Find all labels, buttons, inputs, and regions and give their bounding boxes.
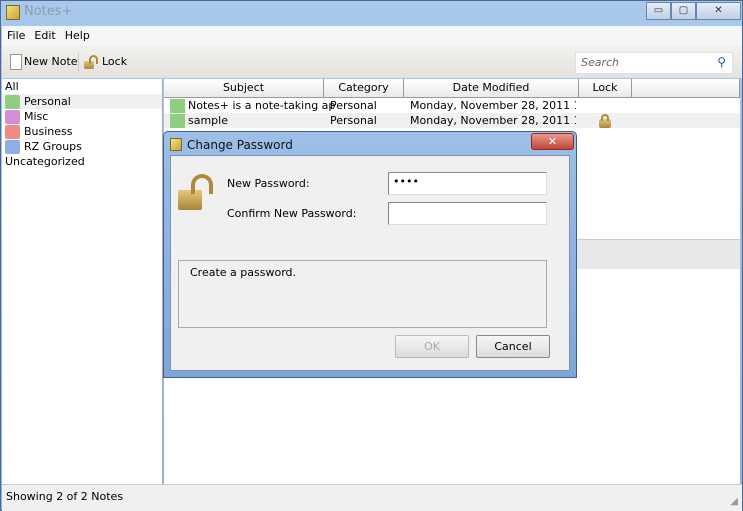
search-placeholder: Search xyxy=(581,56,620,69)
dialog-close-button[interactable]: ✕ xyxy=(531,133,574,150)
menu-edit[interactable]: Edit xyxy=(29,26,59,42)
confirm-password-field[interactable] xyxy=(388,202,547,225)
unlock-icon xyxy=(178,174,218,212)
category-all[interactable]: All xyxy=(2,79,162,94)
dialog-title: Change Password xyxy=(187,138,293,152)
category-sidebar: All Personal Misc Business RZ Groups Unc… xyxy=(2,79,163,484)
color-swatch xyxy=(5,94,20,109)
color-swatch xyxy=(5,139,20,154)
minimize-button[interactable]: ▭ xyxy=(646,2,671,20)
column-lock[interactable]: Lock xyxy=(579,79,632,98)
color-swatch xyxy=(170,99,185,113)
search-input[interactable]: Search ⚲ xyxy=(575,52,733,74)
lock-icon xyxy=(599,114,611,128)
message-box: Create a password. xyxy=(178,260,547,328)
note-date: Monday, November 28, 2011 10:: xyxy=(410,114,576,127)
note-category: Personal xyxy=(330,99,377,112)
change-password-dialog: Change Password ✕ New Password: Confirm … xyxy=(163,131,577,378)
category-label: RZ Groups xyxy=(24,140,82,153)
window-title: Notes+ xyxy=(24,4,73,19)
close-button[interactable]: ✕ xyxy=(696,2,741,20)
note-date: Monday, November 28, 2011 10:: xyxy=(410,99,576,112)
column-date-modified[interactable]: Date Modified xyxy=(404,79,579,98)
category-misc[interactable]: Misc xyxy=(2,109,162,124)
maximize-button[interactable]: ▢ xyxy=(671,2,696,20)
dialog-app-icon xyxy=(170,138,182,151)
color-swatch xyxy=(170,114,185,128)
category-label: Business xyxy=(24,125,73,138)
category-personal[interactable]: Personal xyxy=(2,94,162,109)
column-subject[interactable]: Subject xyxy=(164,79,324,98)
category-rz-groups[interactable]: RZ Groups xyxy=(2,139,162,154)
menu-help[interactable]: Help xyxy=(60,26,94,42)
column-category[interactable]: Category xyxy=(324,79,404,98)
column-filler xyxy=(632,79,740,98)
toolbar: New Note Lock Search ⚲ xyxy=(2,46,742,78)
confirm-password-label: Confirm New Password: xyxy=(227,207,357,220)
category-uncategorized[interactable]: Uncategorized xyxy=(2,154,162,169)
category-label: Misc xyxy=(24,110,49,123)
ok-button[interactable]: OK xyxy=(395,335,469,358)
dialog-body: New Password: Confirm New Password: ••••… xyxy=(170,155,570,371)
new-password-label: New Password: xyxy=(227,177,310,190)
resize-grip-icon[interactable]: ◢ xyxy=(730,496,738,507)
new-note-icon xyxy=(10,54,22,70)
status-bar: Showing 2 of 2 Notes xyxy=(2,484,742,511)
category-label: Personal xyxy=(24,95,71,108)
app-icon xyxy=(6,5,20,20)
new-note-label: New Note xyxy=(24,55,78,68)
new-note-button[interactable]: New Note xyxy=(7,51,81,73)
search-icon[interactable]: ⚲ xyxy=(717,55,726,69)
note-category: Personal xyxy=(330,114,377,127)
menu-bar: File Edit Help xyxy=(2,26,742,46)
menu-file[interactable]: File xyxy=(2,26,29,42)
note-subject: Notes+ is a note-taking ap xyxy=(188,99,336,112)
new-password-field[interactable]: •••• xyxy=(388,172,547,195)
message-text: Create a password. xyxy=(190,266,297,279)
cancel-button[interactable]: Cancel xyxy=(476,335,550,358)
color-swatch xyxy=(5,124,20,139)
table-row[interactable]: sample Personal Monday, November 28, 201… xyxy=(164,113,740,128)
toolbar-separator xyxy=(78,53,79,73)
lock-button[interactable]: Lock xyxy=(81,51,130,73)
color-swatch xyxy=(5,109,20,124)
lock-label: Lock xyxy=(102,55,128,68)
table-row[interactable]: Notes+ is a note-taking ap Personal Mond… xyxy=(164,98,740,113)
note-subject: sample xyxy=(188,114,228,127)
category-business[interactable]: Business xyxy=(2,124,162,139)
unlock-icon xyxy=(84,54,100,70)
